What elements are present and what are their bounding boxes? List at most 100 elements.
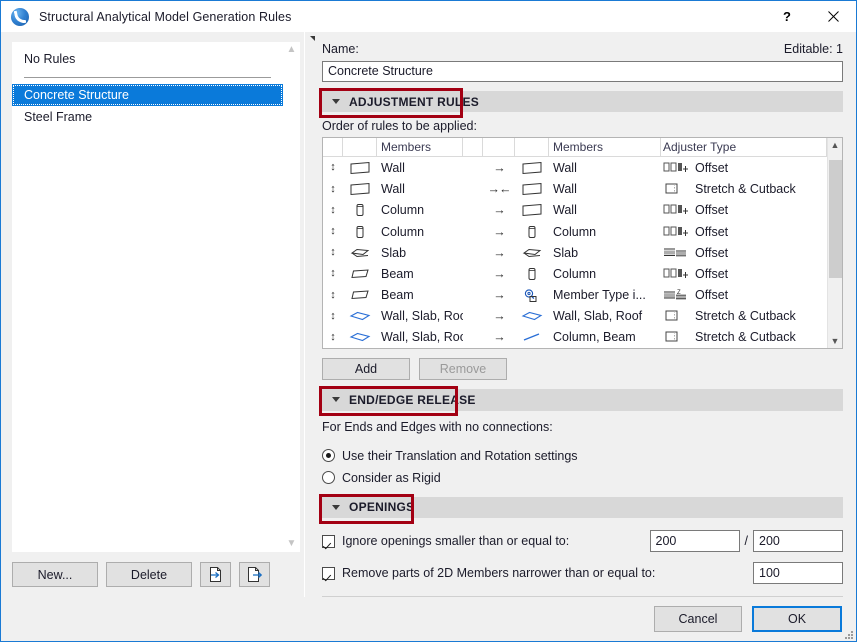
radio-use-translation-rotation[interactable]: Use their Translation and Rotation setti… <box>322 449 843 463</box>
table-row[interactable]: ↕ Column → Wall Offset <box>323 200 827 221</box>
row-grip-handle[interactable]: ↕ <box>323 290 343 301</box>
offset-hatch-z-icon: Z <box>663 288 689 302</box>
row-member-target: Wall, Slab, Roof <box>549 309 661 323</box>
table-row[interactable]: ↕ Wall, Slab, Roof → Column, Beam Stretc… <box>323 327 827 348</box>
close-button[interactable] <box>810 1 856 32</box>
arrow-right-icon: → <box>493 225 505 239</box>
delete-button[interactable]: Delete <box>106 562 192 587</box>
row-direction: → <box>483 309 515 323</box>
chevron-down-icon <box>332 397 340 402</box>
scrollbar-thumb[interactable] <box>829 160 842 278</box>
import-button[interactable] <box>200 562 231 587</box>
help-button[interactable]: ? <box>764 1 810 32</box>
table-row[interactable]: ↕ Wall → Wall Offset <box>323 157 827 178</box>
table-row[interactable]: ↕ Wall, Slab, Roof → Wall, Slab, Roof St… <box>323 306 827 327</box>
export-button[interactable] <box>239 562 270 587</box>
table-header-grip <box>323 138 343 157</box>
cancel-button[interactable]: Cancel <box>654 606 742 632</box>
row-grip-handle[interactable]: ↕ <box>323 184 343 195</box>
table-header-arrow <box>483 138 515 157</box>
chevron-down-icon[interactable]: ▼ <box>831 334 840 348</box>
row-adjuster: Stretch & Cutback <box>661 330 827 344</box>
rules-list-scrollbar[interactable]: ▲ ▼ <box>283 42 300 552</box>
rules-list-item-concrete-structure[interactable]: Concrete Structure <box>12 84 283 106</box>
updown-grip-icon: ↕ <box>330 290 336 301</box>
row-adjuster: Offset <box>661 246 827 260</box>
close-icon <box>828 11 839 22</box>
new-button[interactable]: New... <box>12 562 98 587</box>
wall-icon <box>515 203 549 217</box>
input-ignore-openings-width[interactable]: 200 <box>650 530 740 552</box>
section-header-adjustment-rules[interactable]: ADJUSTMENT RULES <box>322 91 843 113</box>
row-member-source: Column <box>377 225 463 239</box>
member-type-icon <box>515 288 549 303</box>
row-adjuster-label: Offset <box>695 288 728 302</box>
name-input[interactable]: Concrete Structure <box>322 61 843 82</box>
table-row[interactable]: ↕ Beam → Column Offset <box>323 263 827 284</box>
table-row[interactable]: ↕ Column → Column Offset <box>323 221 827 242</box>
row-grip-handle[interactable]: ↕ <box>323 226 343 237</box>
rules-list[interactable]: No Rules Concrete Structure Steel Frame <box>12 42 283 552</box>
chevron-down-icon[interactable]: ▼ <box>287 539 297 549</box>
splitter-collapse-icon[interactable] <box>310 36 315 41</box>
section-header-openings[interactable]: OPENINGS <box>322 497 843 519</box>
checkbox-remove-parts[interactable] <box>322 567 335 580</box>
resize-grip-icon[interactable] <box>843 629 853 639</box>
dialog-body: No Rules Concrete Structure Steel Frame … <box>1 32 856 597</box>
rules-list-item-no-rules[interactable]: No Rules <box>12 48 283 70</box>
row-grip-handle[interactable]: ↕ <box>323 268 343 279</box>
table-header-members-2[interactable]: Members <box>549 138 661 157</box>
arrow-right-icon: → <box>493 267 505 281</box>
row-grip-handle[interactable]: ↕ <box>323 205 343 216</box>
end-edge-intro-label: For Ends and Edges with no connections: <box>322 420 843 434</box>
row-direction: → <box>483 288 515 302</box>
add-rule-button[interactable]: Add <box>322 358 410 380</box>
input-remove-parts-width[interactable]: 100 <box>753 562 843 584</box>
row-adjuster-label: Stretch & Cutback <box>695 182 796 196</box>
row-grip-handle[interactable]: ↕ <box>323 247 343 258</box>
checkbox-ignore-openings[interactable] <box>322 535 335 548</box>
surface-icon <box>343 330 377 344</box>
row-grip-handle[interactable]: ↕ <box>323 311 343 322</box>
radio-label-use-translation-rotation: Use their Translation and Rotation setti… <box>342 449 578 463</box>
updown-grip-icon: ↕ <box>330 226 336 237</box>
wall-icon <box>343 161 377 175</box>
row-member-source: Column <box>377 203 463 217</box>
section-header-end-edge-release[interactable]: END/EDGE RELEASE <box>322 389 843 411</box>
row-grip-handle[interactable]: ↕ <box>323 332 343 343</box>
row-grip-handle[interactable]: ↕ <box>323 162 343 173</box>
dialog-window: Structural Analytical Model Generation R… <box>0 0 857 642</box>
row-member-target: Column, Beam <box>549 330 661 344</box>
radio-button-unselected-icon[interactable] <box>322 471 335 484</box>
rules-panel-buttons: New... Delete <box>1 552 304 597</box>
updown-grip-icon: ↕ <box>330 162 336 173</box>
table-row[interactable]: ↕ Slab → Slab Offset <box>323 242 827 263</box>
column-icon <box>343 225 377 239</box>
rules-table-scrollbar[interactable]: ▲ ▼ <box>827 138 842 348</box>
row-member-source: Slab <box>377 246 463 260</box>
scrollbar-track[interactable] <box>828 152 843 334</box>
table-row[interactable]: ↕ Wall →← Wall Stretch & Cutback <box>323 179 827 200</box>
line-icon <box>515 330 549 344</box>
offset-hatch-icon <box>663 246 689 260</box>
rules-table-main: Members Members Adjuster Type ↕ <box>323 138 827 348</box>
row-direction: → <box>483 330 515 344</box>
ok-button[interactable]: OK <box>752 606 842 632</box>
radio-button-selected-icon[interactable] <box>322 449 335 462</box>
chevron-up-icon[interactable]: ▲ <box>831 138 840 152</box>
row-adjuster: Stretch & Cutback <box>661 182 827 196</box>
chevron-up-icon[interactable]: ▲ <box>287 45 297 55</box>
updown-grip-icon: ↕ <box>330 247 336 258</box>
table-header-members-1[interactable]: Members <box>377 138 463 157</box>
row-direction: → <box>483 161 515 175</box>
panel-splitter[interactable] <box>304 32 322 597</box>
settings-panel: Name: Editable: 1 Concrete Structure ADJ… <box>322 32 856 597</box>
column-icon <box>515 225 549 239</box>
row-member-source: Beam <box>377 267 463 281</box>
rules-list-item-steel-frame[interactable]: Steel Frame <box>12 106 283 128</box>
input-ignore-openings-height[interactable]: 200 <box>753 530 843 552</box>
table-row[interactable]: ↕ Beam → Member Type i... Z Offset <box>323 284 827 305</box>
radio-consider-as-rigid[interactable]: Consider as Rigid <box>322 471 843 485</box>
offset-icon <box>663 203 689 217</box>
table-header-adjuster-type[interactable]: Adjuster Type <box>661 138 827 157</box>
